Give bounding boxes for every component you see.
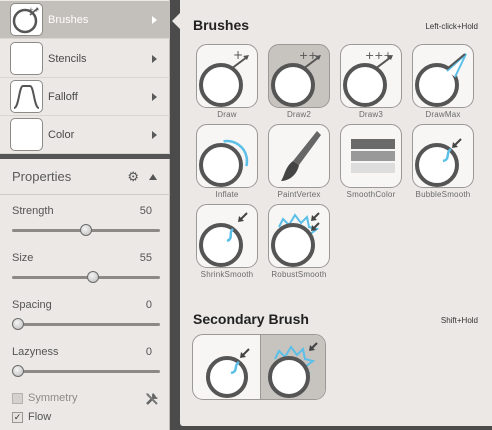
properties-header[interactable]: Properties ⚙ bbox=[0, 159, 170, 195]
sidebar-item-falloff[interactable]: Falloff bbox=[0, 78, 170, 116]
slider-track[interactable] bbox=[12, 370, 160, 373]
symmetry-label: Symmetry bbox=[28, 392, 78, 404]
chevron-right-icon bbox=[152, 54, 157, 63]
slider-value: 50 bbox=[139, 205, 152, 217]
paint-vertex-icon bbox=[268, 124, 330, 188]
panel-pointer bbox=[172, 13, 180, 29]
bubble-smooth-icon[interactable] bbox=[195, 335, 257, 399]
flow-checkbox[interactable]: ✓ bbox=[12, 411, 23, 423]
slider-value: 0 bbox=[145, 299, 152, 311]
slider-value: 55 bbox=[139, 252, 152, 264]
collapse-caret-icon[interactable] bbox=[149, 173, 157, 180]
sidebar-item-brushes[interactable]: ++ Brushes bbox=[0, 1, 170, 39]
svg-text:++: ++ bbox=[299, 49, 317, 62]
symmetry-checkbox[interactable] bbox=[12, 392, 23, 404]
bubble-smooth-icon bbox=[412, 124, 474, 188]
slider-label: Strength bbox=[12, 205, 54, 217]
brush-label: SmoothColor bbox=[346, 190, 396, 199]
brush-label: Draw bbox=[217, 110, 237, 119]
sidebar-item-label: Stencils bbox=[48, 52, 87, 65]
flow-checkbox-row[interactable]: ✓ Flow bbox=[12, 409, 162, 425]
sidebar-item-label: Falloff bbox=[48, 90, 78, 103]
sidebar-item-label: Brushes bbox=[48, 13, 89, 26]
robust-smooth-icon[interactable] bbox=[260, 335, 325, 399]
svg-text:+: + bbox=[233, 48, 243, 62]
svg-text:+++: +++ bbox=[365, 49, 393, 62]
wrench-icon[interactable] bbox=[144, 391, 160, 407]
slider-label: Spacing bbox=[12, 299, 52, 311]
slider-label: Lazyness bbox=[12, 346, 59, 358]
properties-title: Properties bbox=[12, 169, 72, 184]
sidebar-item-stencils[interactable]: Stencils bbox=[0, 40, 170, 78]
secondary-brush-title: Secondary Brush bbox=[193, 311, 309, 327]
chevron-right-icon bbox=[152, 15, 157, 24]
smooth-color-icon bbox=[340, 124, 402, 188]
brush-label: ShrinkSmooth bbox=[200, 270, 254, 279]
slider-track[interactable] bbox=[12, 323, 160, 326]
sidebar-item-color[interactable]: Color bbox=[0, 116, 170, 154]
slider-label: Size bbox=[12, 252, 34, 264]
brush-label: RobustSmooth bbox=[271, 270, 327, 279]
slider-handle[interactable] bbox=[86, 271, 99, 283]
robust-smooth-icon bbox=[268, 204, 330, 268]
brush-label: DrawMax bbox=[425, 110, 461, 119]
spacing-slider: Spacing 0 bbox=[0, 299, 170, 346]
draw-brush-icon: + bbox=[196, 44, 258, 108]
brush-paintvertex[interactable]: PaintVertex bbox=[266, 124, 332, 202]
chevron-right-icon bbox=[152, 130, 157, 139]
brush-draw-icon: ++ bbox=[10, 3, 43, 36]
stencil-icon bbox=[10, 42, 43, 75]
symmetry-checkbox-row[interactable]: Symmetry bbox=[12, 390, 162, 406]
brush-robustsmooth[interactable]: RobustSmooth bbox=[266, 204, 332, 282]
brush-smoothcolor[interactable]: SmoothColor bbox=[338, 124, 404, 202]
brush-bubblesmooth[interactable]: BubbleSmooth bbox=[410, 124, 476, 202]
strength-slider: Strength 50 bbox=[0, 205, 170, 252]
brush-draw2[interactable]: ++ Draw2 bbox=[266, 44, 332, 122]
slider-handle[interactable] bbox=[12, 318, 24, 330]
gear-icon[interactable]: ⚙ bbox=[127, 169, 139, 185]
secondary-brush-selector[interactable] bbox=[192, 334, 326, 400]
inflate-brush-icon bbox=[196, 124, 258, 188]
brush-label: Inflate bbox=[215, 190, 239, 199]
brush-shrinksmooth[interactable]: ShrinkSmooth bbox=[194, 204, 260, 282]
brushes-hint: Left-click+Hold bbox=[425, 22, 478, 31]
drawmax-brush-icon bbox=[412, 44, 474, 108]
secondary-brush-hint: Shift+Hold bbox=[440, 316, 478, 325]
brush-label: BubbleSmooth bbox=[415, 190, 471, 199]
chevron-right-icon bbox=[152, 92, 157, 101]
brush-draw3[interactable]: +++ Draw3 bbox=[338, 44, 404, 122]
brush-inflate[interactable]: Inflate bbox=[194, 124, 260, 202]
falloff-curve-icon bbox=[10, 80, 43, 113]
slider-handle[interactable] bbox=[12, 365, 24, 377]
brush-label: PaintVertex bbox=[277, 190, 321, 199]
lazyness-slider: Lazyness 0 bbox=[0, 346, 170, 393]
brush-label: Draw2 bbox=[286, 110, 312, 119]
brush-label: Draw3 bbox=[358, 110, 384, 119]
brush-drawmax[interactable]: DrawMax bbox=[410, 44, 476, 122]
brushes-title: Brushes bbox=[193, 17, 250, 33]
slider-handle[interactable] bbox=[80, 224, 92, 236]
color-swatch-icon bbox=[10, 118, 43, 151]
draw3-brush-icon: +++ bbox=[340, 44, 402, 108]
sidebar-item-label: Color bbox=[48, 128, 75, 141]
brush-draw[interactable]: + Draw bbox=[194, 44, 260, 122]
slider-value: 0 bbox=[145, 346, 152, 358]
draw2-brush-icon: ++ bbox=[268, 44, 330, 108]
left-sidebar: ++ Brushes Stencils Falloff Color Proper… bbox=[0, 0, 170, 430]
size-slider: Size 55 bbox=[0, 252, 170, 299]
shrink-smooth-icon bbox=[196, 204, 258, 268]
svg-text:++: ++ bbox=[28, 6, 40, 14]
flow-label: Flow bbox=[28, 411, 52, 423]
